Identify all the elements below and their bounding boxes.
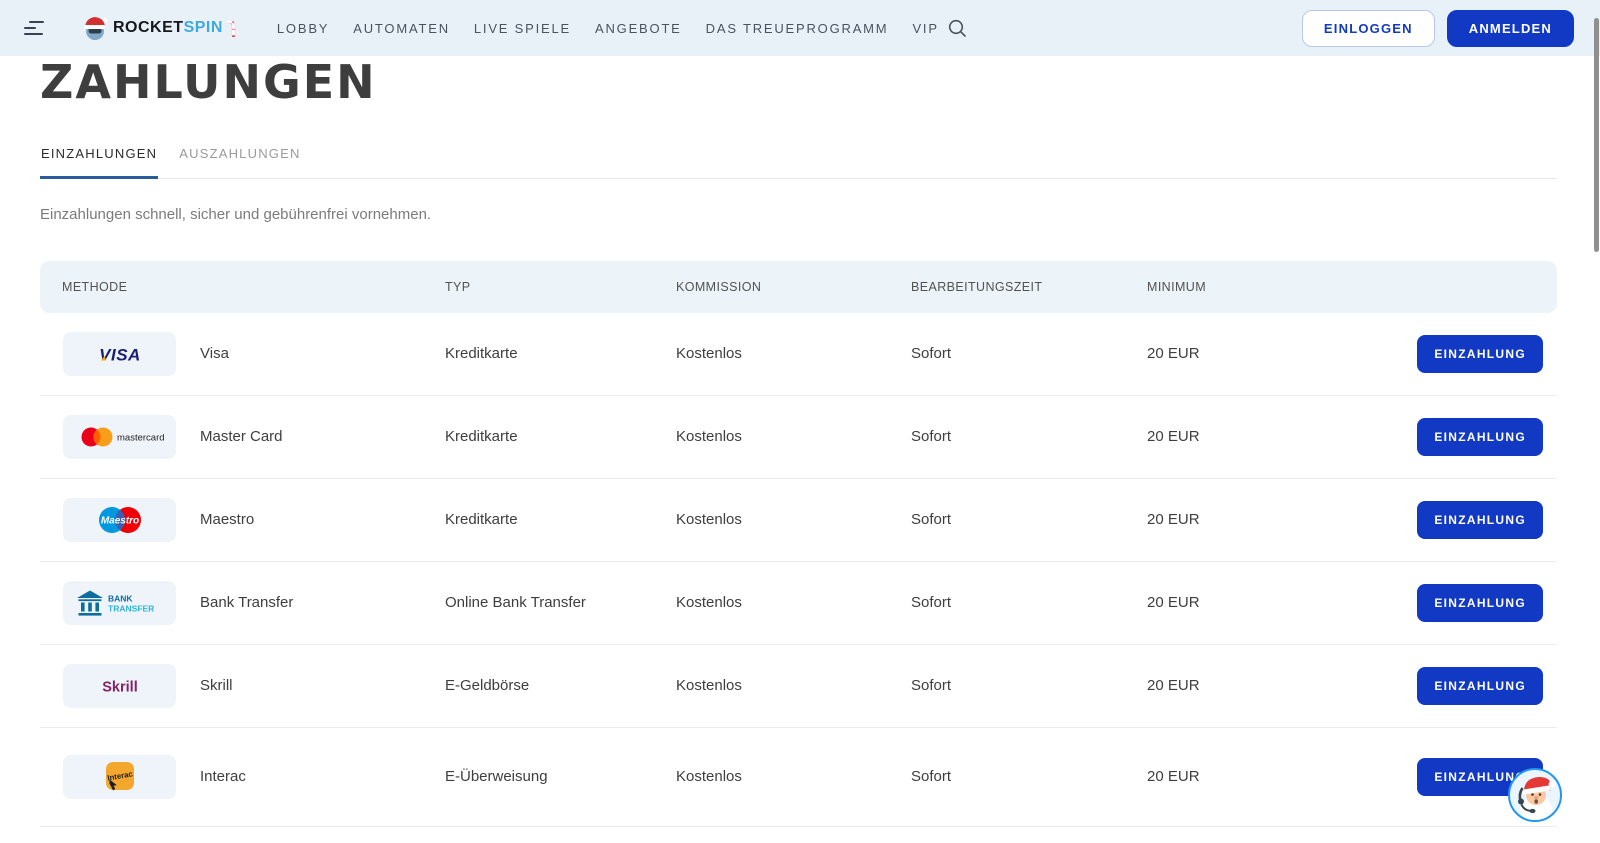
method-cell: Maestro Maestro bbox=[62, 498, 445, 542]
method-name: Visa bbox=[200, 345, 229, 362]
type-cell: Kreditkarte bbox=[445, 511, 676, 528]
einzahlung-button[interactable]: EINZAHLUNG bbox=[1417, 667, 1543, 705]
maestro-logo-icon: Maestro bbox=[63, 498, 176, 542]
visa-logo-icon: VISA bbox=[63, 332, 176, 376]
processing-time-cell: Sofort bbox=[911, 345, 1147, 362]
page-description: Einzahlungen schnell, sicher und gebühre… bbox=[40, 206, 1557, 223]
method-name: Bank Transfer bbox=[200, 594, 293, 611]
minimum-cell: 20 EUR bbox=[1147, 768, 1417, 785]
column-header-bearbeitungszeit: BEARBEITUNGSZEIT bbox=[911, 280, 1147, 294]
processing-time-cell: Sofort bbox=[911, 511, 1147, 528]
method-cell: BANKTRANSFER Bank Transfer bbox=[62, 581, 445, 625]
signup-button[interactable]: ANMELDEN bbox=[1447, 10, 1574, 47]
method-cell: mastercard Master Card bbox=[62, 415, 445, 459]
commission-cell: Kostenlos bbox=[676, 511, 911, 528]
payments-page: ZAHLUNGEN EINZAHLUNGEN AUSZAHLUNGEN Einza… bbox=[40, 59, 1557, 827]
column-header-minimum: MINIMUM bbox=[1147, 280, 1543, 294]
type-cell: E-Überweisung bbox=[445, 768, 676, 785]
type-cell: E-Geldbörse bbox=[445, 677, 676, 694]
brand-logo[interactable]: ROCKETSPIN bbox=[82, 14, 236, 42]
column-header-kommission: KOMMISSION bbox=[676, 280, 911, 294]
processing-time-cell: Sofort bbox=[911, 677, 1147, 694]
commission-cell: Kostenlos bbox=[676, 345, 911, 362]
column-header-methode: METHODE bbox=[62, 280, 445, 294]
tab-einzahlungen[interactable]: EINZAHLUNGEN bbox=[40, 146, 158, 179]
search-icon[interactable] bbox=[947, 18, 968, 39]
svg-text:Maestro: Maestro bbox=[100, 515, 138, 526]
payment-methods-table: METHODETYPKOMMISSIONBEARBEITUNGSZEITMINI… bbox=[40, 261, 1557, 827]
commission-cell: Kostenlos bbox=[676, 768, 911, 785]
method-name: Interac bbox=[200, 768, 246, 785]
commission-cell: Kostenlos bbox=[676, 428, 911, 445]
table-header-row: METHODETYPKOMMISSIONBEARBEITUNGSZEITMINI… bbox=[40, 261, 1557, 313]
banktransfer-logo-icon: BANKTRANSFER bbox=[63, 581, 176, 625]
mastercard-logo-icon: mastercard bbox=[63, 415, 176, 459]
minimum-cell: 20 EUR bbox=[1147, 428, 1417, 445]
page-title: ZAHLUNGEN bbox=[40, 59, 1557, 106]
vertical-scrollbar[interactable] bbox=[1594, 18, 1599, 252]
nav-item-lobby[interactable]: LOBBY bbox=[277, 21, 329, 36]
method-name: Master Card bbox=[200, 428, 283, 445]
processing-time-cell: Sofort bbox=[911, 428, 1147, 445]
minimum-cell: 20 EUR bbox=[1147, 345, 1417, 362]
svg-text:VISA: VISA bbox=[99, 345, 141, 364]
method-cell: VISA Visa bbox=[62, 332, 445, 376]
payment-row-maestro: Maestro Maestro KreditkarteKostenlosSofort… bbox=[40, 479, 1557, 562]
einzahlung-button[interactable]: EINZAHLUNG bbox=[1417, 584, 1543, 622]
type-cell: Kreditkarte bbox=[445, 345, 676, 362]
payment-row-master-card: mastercard Master Card KreditkarteKostenlo… bbox=[40, 396, 1557, 479]
type-cell: Online Bank Transfer bbox=[445, 594, 676, 611]
nav-item-automaten[interactable]: AUTOMATEN bbox=[353, 21, 450, 36]
processing-time-cell: Sofort bbox=[911, 768, 1147, 785]
brand-text-secondary: SPIN bbox=[184, 19, 223, 36]
commission-cell: Kostenlos bbox=[676, 677, 911, 694]
nav-item-das-treueprogramm[interactable]: DAS TREUEPROGRAMM bbox=[706, 21, 889, 36]
svg-text:mastercard: mastercard bbox=[117, 432, 165, 443]
auth-buttons: EINLOGGEN ANMELDEN bbox=[1302, 10, 1574, 47]
nav-item-vip[interactable]: VIP bbox=[912, 21, 938, 36]
svg-text:TRANSFER: TRANSFER bbox=[108, 603, 154, 613]
payment-row-interac: Interac Interac E-ÜberweisungKostenlosSofo… bbox=[40, 728, 1557, 827]
minimum-cell: 20 EUR bbox=[1147, 594, 1417, 611]
einzahlung-button[interactable]: EINZAHLUNG bbox=[1417, 335, 1543, 373]
type-cell: Kreditkarte bbox=[445, 428, 676, 445]
table-body: VISAVisaKreditkarteKostenlosSofort20 EUR… bbox=[40, 313, 1557, 827]
candy-cane-icon bbox=[225, 19, 236, 38]
payments-tabs: EINZAHLUNGEN AUSZAHLUNGEN bbox=[40, 146, 1557, 179]
method-cell: Interac Interac bbox=[62, 755, 445, 799]
payment-row-bank-transfer: BANKTRANSFER Bank Transfer Online Bank Tra… bbox=[40, 562, 1557, 645]
method-name: Skrill bbox=[200, 677, 233, 694]
payment-row-visa: VISA Visa KreditkarteKostenlosSofort20 EUR… bbox=[40, 313, 1557, 396]
svg-text:Skrill: Skrill bbox=[102, 679, 137, 695]
method-name: Maestro bbox=[200, 511, 254, 528]
minimum-cell: 20 EUR bbox=[1147, 677, 1417, 694]
login-button[interactable]: EINLOGGEN bbox=[1302, 10, 1435, 47]
tab-auszahlungen[interactable]: AUSZAHLUNGEN bbox=[178, 146, 301, 179]
method-cell: Skrill Skrill bbox=[62, 664, 445, 708]
einzahlung-button[interactable]: EINZAHLUNG bbox=[1417, 501, 1543, 539]
nav-item-angebote[interactable]: ANGEBOTE bbox=[595, 21, 682, 36]
live-chat-santa-icon[interactable] bbox=[1508, 768, 1562, 822]
menu-icon[interactable] bbox=[24, 21, 44, 35]
skrill-logo-icon: Skrill bbox=[63, 664, 176, 708]
processing-time-cell: Sofort bbox=[911, 594, 1147, 611]
nav-item-live-spiele[interactable]: LIVE SPIELE bbox=[474, 21, 571, 36]
top-navigation-bar: ROCKETSPIN LOBBY AUTOMATEN LIVE SPIELE ANGE… bbox=[0, 0, 1600, 56]
column-header-typ: TYP bbox=[445, 280, 676, 294]
interac-logo-icon: Interac bbox=[63, 755, 176, 799]
minimum-cell: 20 EUR bbox=[1147, 511, 1417, 528]
einzahlung-button[interactable]: EINZAHLUNG bbox=[1417, 418, 1543, 456]
brand-text-primary: ROCKET bbox=[113, 19, 184, 36]
svg-text:BANK: BANK bbox=[108, 593, 133, 603]
santa-mascot-icon bbox=[82, 14, 108, 42]
commission-cell: Kostenlos bbox=[676, 594, 911, 611]
main-nav: LOBBY AUTOMATEN LIVE SPIELE ANGEBOTE DAS TRE… bbox=[277, 21, 939, 36]
payment-row-skrill: Skrill Skrill E-GeldbörseKostenlosSofort20… bbox=[40, 645, 1557, 728]
